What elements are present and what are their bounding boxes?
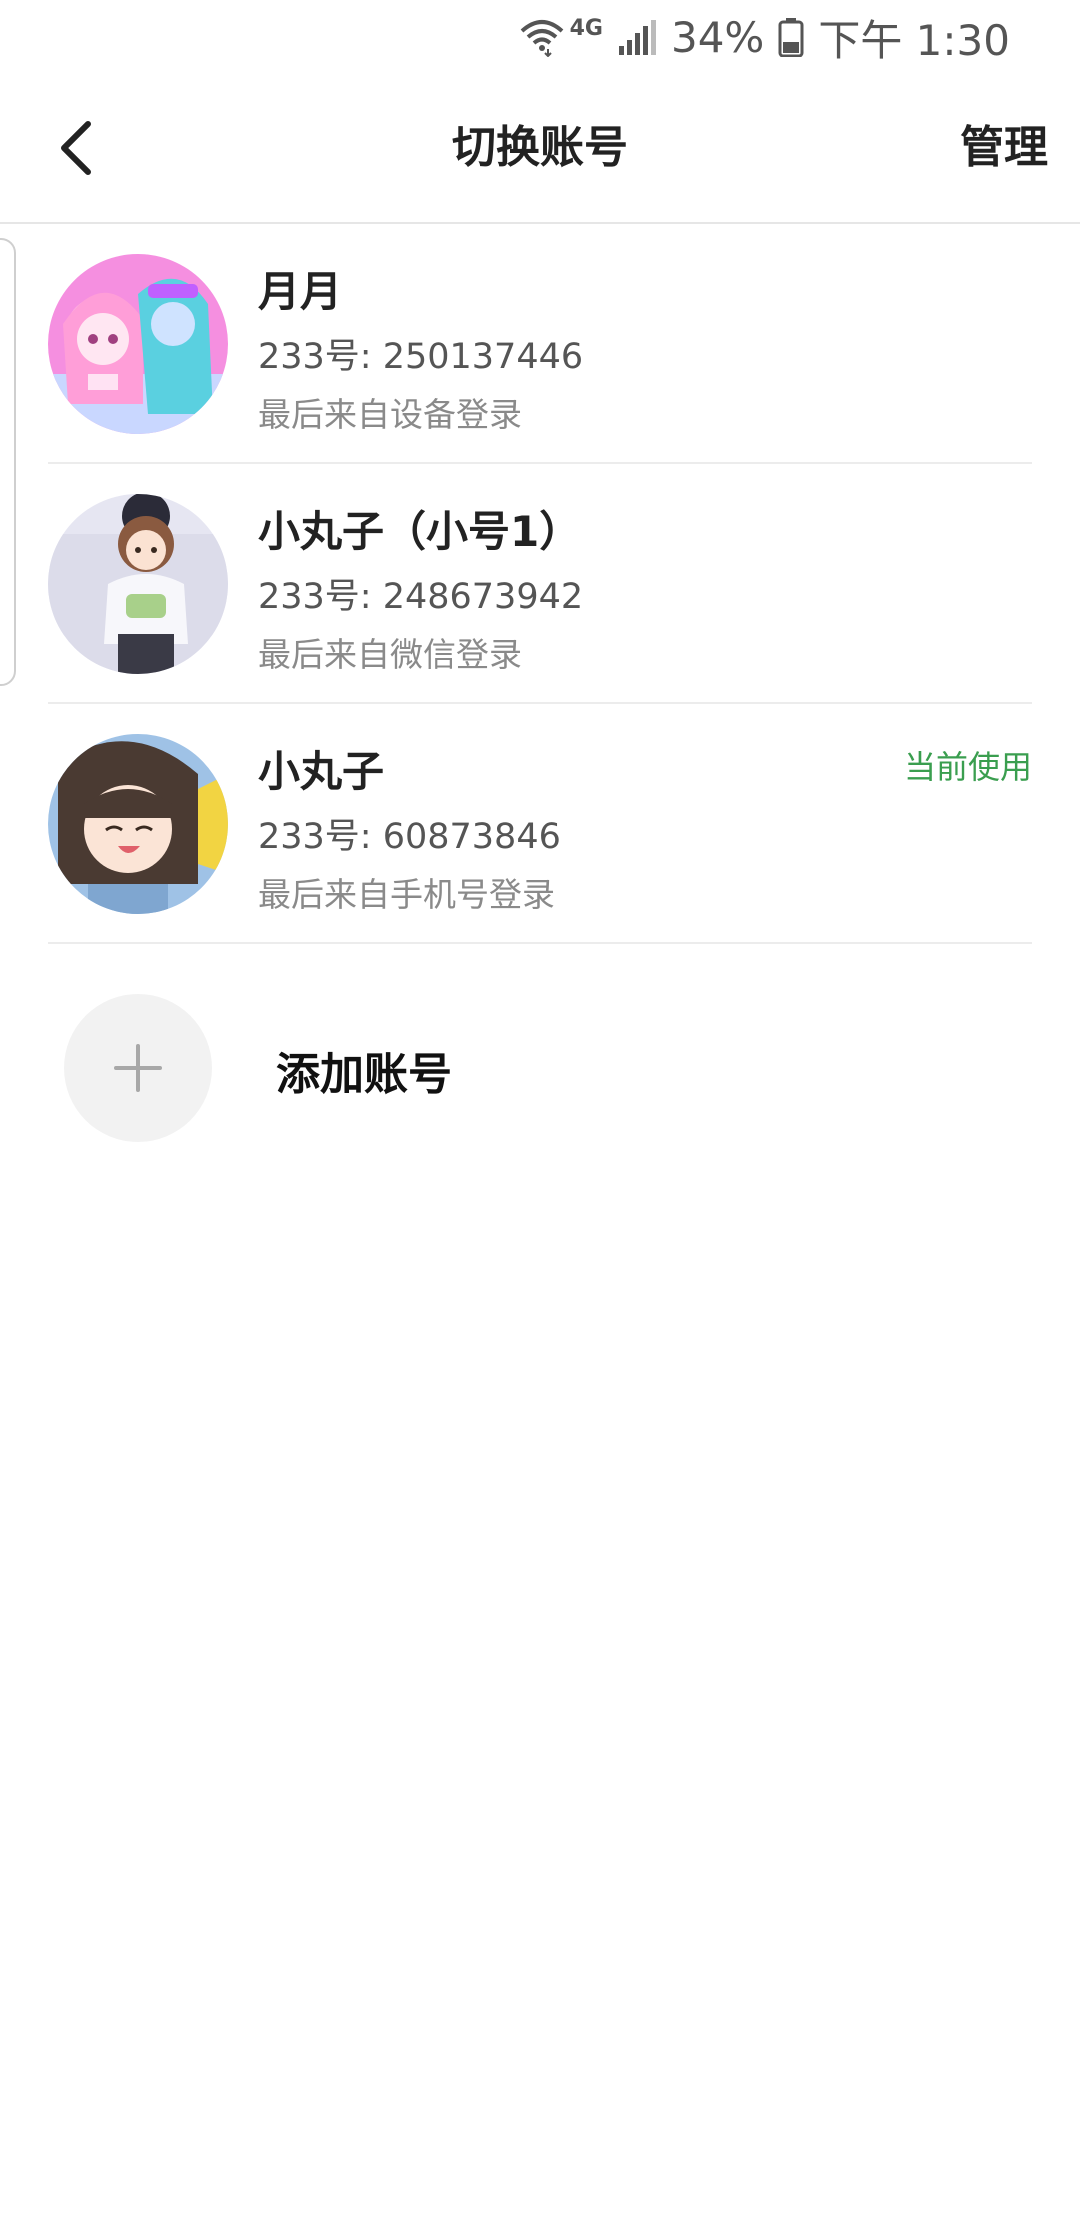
- battery-icon: [778, 17, 804, 57]
- chevron-left-icon: [61, 121, 91, 175]
- plus-icon: [114, 1044, 162, 1092]
- account-list: 月月 233号: 250137446 最后来自设备登录 小丸子（小号1） 233…: [0, 224, 1080, 944]
- switch-account-screen: 4G 34% 下午 1:30 切换账号 管理 月月 233号: 25013744…: [0, 0, 1080, 2220]
- back-button[interactable]: [40, 112, 112, 184]
- account-id: 233号: 248673942: [258, 577, 584, 617]
- status-bar: 4G 34% 下午 1:30: [0, 0, 1080, 74]
- account-id: 233号: 60873846: [258, 817, 561, 857]
- account-last-login: 最后来自手机号登录: [258, 875, 555, 914]
- add-account-button[interactable]: 添加账号: [64, 994, 1032, 1154]
- network-type: 4G: [569, 15, 603, 41]
- avatar: [48, 494, 228, 674]
- add-account-circle: [64, 994, 212, 1142]
- account-row-xiaowanzi-alt[interactable]: 小丸子（小号1） 233号: 248673942 最后来自微信登录: [48, 464, 1032, 704]
- account-row-xiaowanzi[interactable]: 小丸子 233号: 60873846 最后来自手机号登录 当前使用: [48, 704, 1032, 944]
- account-id: 233号: 250137446: [258, 337, 584, 377]
- wifi-icon: [518, 17, 566, 57]
- account-row-yueyue[interactable]: 月月 233号: 250137446 最后来自设备登录: [48, 224, 1032, 464]
- current-account-badge: 当前使用: [903, 748, 1032, 786]
- account-name: 小丸子（小号1）: [258, 507, 582, 556]
- avatar: [48, 254, 228, 434]
- battery-percent: 34%: [670, 12, 765, 62]
- account-name: 小丸子: [258, 747, 385, 796]
- manage-button[interactable]: 管理: [960, 74, 1048, 222]
- add-account-label: 添加账号: [276, 1049, 452, 1100]
- account-name: 月月: [258, 267, 343, 316]
- avatar: [48, 734, 228, 914]
- account-last-login: 最后来自设备登录: [258, 395, 522, 434]
- nav-bar: 切换账号 管理: [0, 74, 1080, 224]
- status-time: 下午 1:30: [818, 15, 1010, 65]
- page-title: 切换账号: [452, 122, 628, 173]
- signal-icon: [617, 18, 657, 56]
- account-last-login: 最后来自微信登录: [258, 635, 522, 674]
